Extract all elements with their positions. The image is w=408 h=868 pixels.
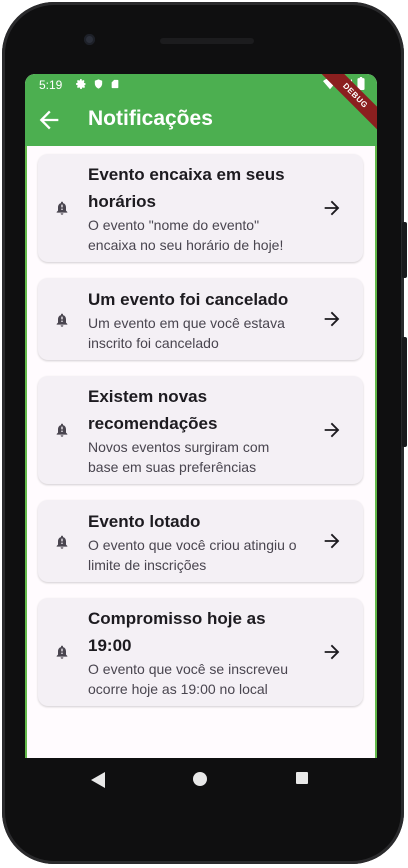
notification-description: Um evento em que você estava inscrito fo… [88,315,285,351]
bell-alert-icon [56,423,68,437]
bell-alert-icon [56,645,68,659]
arrow-forward-icon[interactable] [321,308,343,330]
notification-title: Um evento foi cancelado [88,290,289,309]
notification-title: Compromisso hoje as 19:00 [88,609,266,655]
bell-alert-icon [56,313,68,327]
shield-icon [94,79,103,89]
app-screen: 5:19 Notificações DEBUG Evento encaixa e… [25,74,377,758]
notification-description: O evento que você criou atingiu o limite… [88,537,297,573]
notification-title: Evento lotado [88,512,201,531]
notification-description: Novos eventos surgiram com base em suas … [88,439,270,475]
bell-alert-icon [56,535,68,549]
notification-card[interactable]: Evento lotado O evento que você criou at… [38,500,363,582]
arrow-forward-icon[interactable] [321,530,343,552]
notification-card[interactable]: Evento encaixa em seus horários O evento… [38,154,363,262]
front-camera [84,34,95,45]
earpiece-speaker [160,38,254,44]
notification-text: Evento lotado O evento que você criou at… [88,508,303,575]
notification-text: Evento encaixa em seus horários O evento… [88,161,303,255]
back-button[interactable] [35,106,63,134]
notification-text: Existem novas recomendações Novos evento… [88,383,303,477]
nav-back-icon[interactable] [91,772,105,788]
sd-card-icon [111,79,119,89]
status-bar: 5:19 [25,74,377,98]
notification-card[interactable]: Um evento foi cancelado Um evento em que… [38,278,363,360]
arrow-forward-icon[interactable] [321,419,343,441]
notification-text: Compromisso hoje as 19:00 O evento que v… [88,605,303,699]
notification-description: O evento "nome do evento" encaixa no seu… [88,217,284,253]
arrow-back-icon [39,110,59,130]
arrow-forward-icon[interactable] [321,197,343,219]
volume-button [402,222,407,278]
app-bar: 5:19 Notificações DEBUG [25,74,377,146]
arrow-forward-icon[interactable] [321,641,343,663]
settings-icon [76,79,86,89]
nav-home-icon[interactable] [193,772,207,786]
notification-card[interactable]: Existem novas recomendações Novos evento… [38,376,363,484]
notification-description: O evento que você se inscreveu ocorre ho… [88,661,289,697]
system-nav-bar [25,758,377,802]
notification-list: Evento encaixa em seus horários O evento… [25,146,377,758]
nav-recents-icon[interactable] [296,772,308,784]
page-title: Notificações [88,107,213,130]
notification-text: Um evento foi cancelado Um evento em que… [88,286,303,353]
status-notification-icons [75,78,120,90]
notification-title: Existem novas recomendações [88,387,218,433]
status-time: 5:19 [39,78,63,92]
notification-title: Evento encaixa em seus horários [88,165,285,211]
notification-card[interactable]: Compromisso hoje as 19:00 O evento que v… [38,598,363,706]
bell-alert-icon [56,201,68,215]
power-button [402,337,407,447]
